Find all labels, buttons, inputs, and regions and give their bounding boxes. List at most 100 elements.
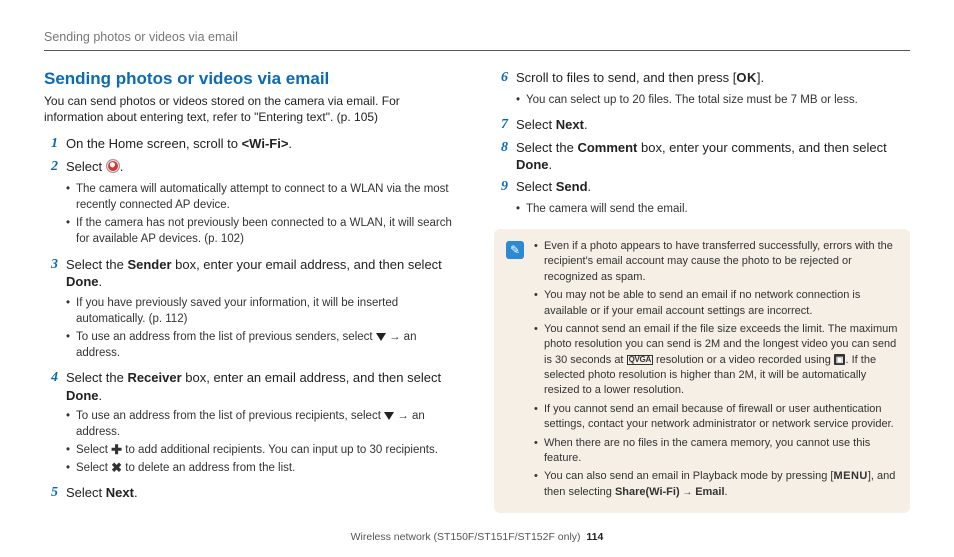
email-icon <box>106 159 120 173</box>
list-item: If you have previously saved your inform… <box>66 295 460 327</box>
dropdown-icon <box>376 333 386 341</box>
text: Select <box>516 179 556 194</box>
text: Select <box>66 485 106 500</box>
list-item: To use an address from the list of previ… <box>66 408 460 440</box>
step-2: 2 Select . <box>44 158 460 177</box>
comment-label: Comment <box>577 140 637 155</box>
text: box, enter an email address, and then se… <box>182 370 441 385</box>
step-body: Select Send. <box>516 178 910 197</box>
text: to delete an address from the list. <box>122 462 295 474</box>
list-item: You can also send an email in Playback m… <box>534 469 898 500</box>
next-label: Next <box>556 117 584 132</box>
step-4-subs: To use an address from the list of previ… <box>44 408 460 476</box>
step-9-subs: The camera will send the email. <box>494 201 910 217</box>
step-number: 2 <box>44 158 58 177</box>
next-label: Next <box>106 485 134 500</box>
step-number: 1 <box>44 135 58 154</box>
list-item: Select ✖ to delete an address from the l… <box>66 460 460 476</box>
text: On the Home screen, scroll to <box>66 136 242 151</box>
list-item: The camera will send the email. <box>516 201 910 217</box>
note-list: Even if a photo appears to have transfer… <box>534 239 898 503</box>
step-number: 5 <box>44 484 58 503</box>
left-column: Sending photos or videos via email You c… <box>44 69 460 513</box>
text: ]. <box>757 70 764 85</box>
close-icon: ✖ <box>111 461 122 474</box>
menu-key: MENU <box>833 470 867 482</box>
step-number: 9 <box>494 178 508 197</box>
arrow-icon: → <box>680 487 696 498</box>
text: to add additional recipients. You can in… <box>122 444 438 456</box>
text: Select <box>516 117 556 132</box>
section-title: Sending photos or videos via email <box>44 69 460 89</box>
text: resolution or a video recorded using <box>653 354 834 366</box>
list-item: If you cannot send an email because of f… <box>534 402 898 433</box>
list-item: You may not be able to send an email if … <box>534 288 898 319</box>
qvga-icon: QVGA <box>627 355 653 366</box>
plus-icon: ✚ <box>111 443 122 456</box>
list-item: The camera will automatically attempt to… <box>66 181 460 213</box>
wifi-label: <Wi-Fi> <box>242 136 289 151</box>
done-label: Done <box>66 274 99 289</box>
step-number: 4 <box>44 369 58 404</box>
text: Scroll to files to send, and then press … <box>516 70 736 85</box>
header-rule <box>44 50 910 51</box>
page-number: 114 <box>586 531 603 543</box>
step-body: Select Next. <box>516 116 910 135</box>
text: box, enter your email address, and then … <box>172 257 442 272</box>
step-body: Select Next. <box>66 484 460 503</box>
text: To use an address from the list of previ… <box>76 331 376 343</box>
record-icon: ▣ <box>834 354 846 365</box>
list-item: You cannot send an email if the file siz… <box>534 322 898 399</box>
step-number: 7 <box>494 116 508 135</box>
text: . <box>588 179 592 194</box>
text: Select the <box>66 370 127 385</box>
note-icon: ✎ <box>506 241 524 259</box>
running-header: Sending photos or videos via email <box>44 30 910 44</box>
send-label: Send <box>556 179 588 194</box>
page-footer: Wireless network (ST150F/ST151F/ST152F o… <box>0 531 954 543</box>
step-body: On the Home screen, scroll to <Wi-Fi>. <box>66 135 460 154</box>
step-body: Select the Comment box, enter your comme… <box>516 139 910 174</box>
done-label: Done <box>66 388 99 403</box>
list-item: If the camera has not previously been co… <box>66 215 460 247</box>
page-content: Sending photos or videos via email Sendi… <box>0 0 954 513</box>
right-column: 6 Scroll to files to send, and then pres… <box>494 69 910 513</box>
list-item: Select ✚ to add additional recipients. Y… <box>66 442 460 458</box>
step-2-subs: The camera will automatically attempt to… <box>44 181 460 247</box>
text: . <box>288 136 292 151</box>
done-label: Done <box>516 157 549 172</box>
list-item: When there are no files in the camera me… <box>534 436 898 467</box>
text: . <box>549 157 553 172</box>
note-box: ✎ Even if a photo appears to have transf… <box>494 229 910 513</box>
step-8: 8 Select the Comment box, enter your com… <box>494 139 910 174</box>
dropdown-icon <box>384 412 394 420</box>
text: . <box>134 485 138 500</box>
step-1: 1 On the Home screen, scroll to <Wi-Fi>. <box>44 135 460 154</box>
text: Select <box>66 159 106 174</box>
step-body: Select the Receiver box, enter an email … <box>66 369 460 404</box>
sender-label: Sender <box>127 257 171 272</box>
step-number: 8 <box>494 139 508 174</box>
step-3-subs: If you have previously saved your inform… <box>44 295 460 361</box>
text: . <box>584 117 588 132</box>
text: Select the <box>516 140 577 155</box>
step-9: 9 Select Send. <box>494 178 910 197</box>
footer-text: Wireless network (ST150F/ST151F/ST152F o… <box>351 531 581 543</box>
step-number: 6 <box>494 69 508 88</box>
step-6-subs: You can select up to 20 files. The total… <box>494 92 910 108</box>
text: . <box>99 274 103 289</box>
text: Select the <box>66 257 127 272</box>
ok-key: OK <box>736 70 757 85</box>
share-wifi-label: Share(Wi-Fi) <box>615 486 680 498</box>
text: You can also send an email in Playback m… <box>544 470 833 482</box>
text: . <box>99 388 103 403</box>
step-body: Scroll to files to send, and then press … <box>516 69 910 88</box>
step-6: 6 Scroll to files to send, and then pres… <box>494 69 910 88</box>
text: Select <box>76 444 111 456</box>
text: . <box>120 159 124 174</box>
email-label: Email <box>695 486 724 498</box>
step-3: 3 Select the Sender box, enter your emai… <box>44 256 460 291</box>
step-body: Select the Sender box, enter your email … <box>66 256 460 291</box>
text: To use an address from the list of previ… <box>76 410 384 422</box>
receiver-label: Receiver <box>127 370 181 385</box>
